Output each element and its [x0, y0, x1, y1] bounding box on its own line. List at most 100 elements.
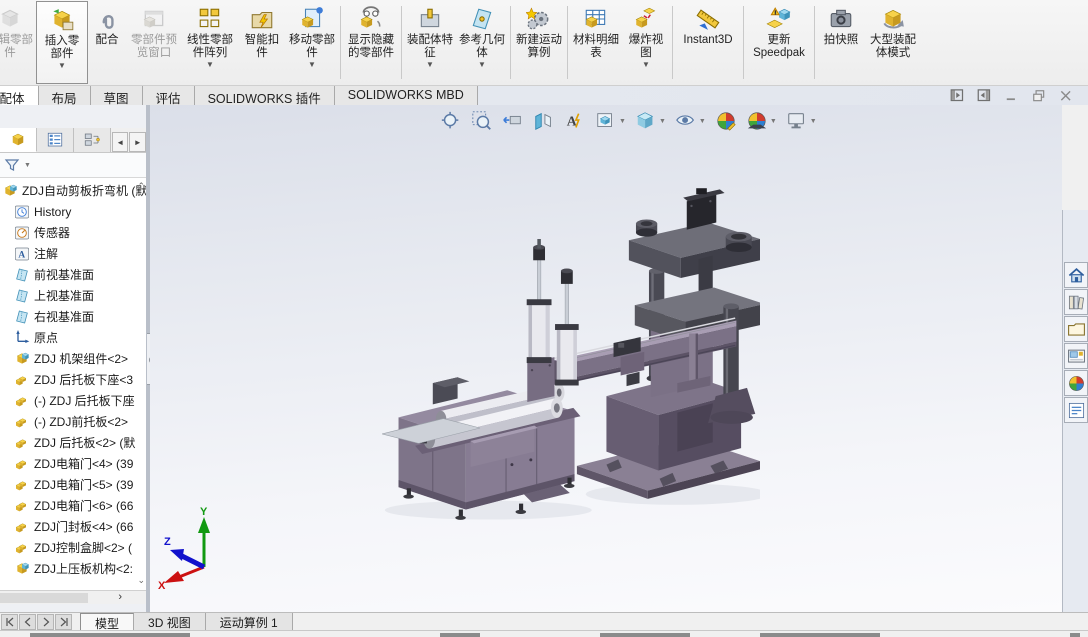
assembly-model[interactable]: [382, 187, 760, 532]
component-preview-icon: [141, 4, 167, 34]
motion-nav-prev-button[interactable]: [19, 614, 36, 630]
tree-item[interactable]: ZDJ 机架组件<2>: [0, 348, 146, 369]
zoom-to-area-icon[interactable]: [469, 108, 495, 134]
dropdown-caret[interactable]: ▼: [478, 60, 486, 70]
insert-component-button[interactable]: 插入零部件 ▼: [36, 1, 88, 84]
bottom-tab-1[interactable]: 模型: [80, 613, 135, 631]
dropdown-caret[interactable]: ▼: [642, 60, 650, 70]
panel-scroll-right[interactable]: ►: [129, 132, 147, 152]
linear-pattern-button[interactable]: 线性零部件阵列 ▼: [182, 1, 238, 84]
tree-item[interactable]: ZDJ电箱门<6> (66: [0, 495, 146, 516]
tree-item[interactable]: ZDJ上压板机构<2:: [0, 558, 146, 579]
ribbon-tab-3[interactable]: 草图: [90, 86, 143, 106]
restore-icon[interactable]: [1030, 88, 1047, 103]
tree-item[interactable]: 传感器: [0, 222, 146, 243]
dropdown-caret[interactable]: ▼: [206, 60, 214, 70]
mate-button[interactable]: 配合: [88, 1, 126, 84]
apply-scene-icon[interactable]: ▼: [744, 108, 779, 134]
section-view-icon[interactable]: [531, 108, 557, 134]
file-explorer-tab[interactable]: [1064, 316, 1088, 342]
filter-icon[interactable]: [4, 157, 20, 173]
home-tab[interactable]: [1064, 262, 1088, 288]
new-motion-study-button[interactable]: 新建运动算例: [513, 1, 565, 84]
move-component-button[interactable]: 移动零部件 ▼: [286, 1, 338, 84]
show-hidden-button[interactable]: 显示隐藏的零部件: [343, 1, 399, 84]
component-preview-button: 零部件预览窗口: [126, 1, 182, 84]
ribbon-tab-1[interactable]: 装配体: [0, 86, 39, 106]
tree-item[interactable]: ZDJ自动剪板折弯机 (默: [0, 180, 146, 201]
panel-scroll-left[interactable]: ◄: [111, 132, 129, 152]
dropdown-caret[interactable]: ▼: [810, 118, 817, 125]
motion-nav-next-button[interactable]: [37, 614, 54, 630]
view-settings-icon[interactable]: ▼: [784, 108, 819, 134]
display-style-icon[interactable]: ▼: [633, 108, 668, 134]
property-manager-tab[interactable]: [36, 128, 74, 152]
tree-item[interactable]: ZDJ门封板<4> (66: [0, 516, 146, 537]
dropdown-caret[interactable]: ▼: [699, 118, 706, 125]
bottom-tab-2[interactable]: 3D 视图: [134, 613, 206, 630]
hide-show-items-icon[interactable]: ▼: [673, 108, 708, 134]
dropdown-caret[interactable]: ▼: [619, 118, 626, 125]
tree-item-label: 注解: [34, 247, 59, 261]
dropdown-caret[interactable]: ▼: [426, 60, 434, 70]
design-library-tab[interactable]: [1064, 289, 1088, 315]
previous-view-icon[interactable]: [500, 108, 526, 134]
tree-item[interactable]: (-) ZDJ前托板<2>: [0, 411, 146, 432]
ribbon-tab-5[interactable]: SOLIDWORKS 插件: [194, 86, 335, 106]
tree-item[interactable]: ZDJ控制盒脚<2> (: [0, 537, 146, 558]
dropdown-caret[interactable]: ▼: [659, 118, 666, 125]
tree-item[interactable]: (-) ZDJ 后托板下座: [0, 390, 146, 411]
update-speedpak-button[interactable]: 更新 Speedpak: [746, 1, 812, 84]
scrollbar-thumb[interactable]: [0, 593, 88, 603]
exploded-view-button[interactable]: 爆炸视图 ▼: [622, 1, 670, 84]
appearances-tab[interactable]: [1064, 370, 1088, 396]
motion-nav-last-button[interactable]: [55, 614, 72, 630]
feature-manager-tab[interactable]: [0, 128, 37, 152]
toolbar-separator: [401, 6, 402, 79]
tree-horizontal-scrollbar[interactable]: ›: [0, 590, 146, 604]
tree-item[interactable]: 上视基准面: [0, 285, 146, 306]
toolbar-button-label: 爆炸视图: [628, 34, 664, 59]
tree-scroll-down-arrow[interactable]: ⌄: [137, 575, 145, 586]
snapshot-button[interactable]: 拍快照: [817, 1, 865, 84]
graphics-area[interactable]: A ▼ ▼ ▼ ▼ ▼ Y X Z: [150, 105, 1062, 612]
custom-properties-tab[interactable]: [1064, 397, 1088, 423]
scrollbar-arrow[interactable]: ›: [118, 591, 122, 603]
tree-item[interactable]: 右视基准面: [0, 306, 146, 327]
assembly-features-button[interactable]: 装配体特征 ▼: [404, 1, 456, 84]
bom-button[interactable]: 材料明细表: [570, 1, 622, 84]
dropdown-caret[interactable]: ▼: [58, 61, 66, 71]
configuration-manager-tab[interactable]: [73, 128, 111, 152]
pane-left-icon[interactable]: [949, 88, 966, 103]
edit-appearance-icon[interactable]: [713, 108, 739, 134]
dropdown-caret[interactable]: ▼: [308, 60, 316, 70]
motion-nav-first-button[interactable]: [1, 614, 18, 630]
tree-item[interactable]: History: [0, 201, 146, 222]
pane-right-icon[interactable]: [976, 88, 993, 103]
tree-item[interactable]: 原点: [0, 327, 146, 348]
ribbon-tab-6[interactable]: SOLIDWORKS MBD: [334, 86, 478, 106]
annotation-view-icon[interactable]: A: [562, 108, 588, 134]
smart-fasteners-button[interactable]: 智能扣件: [238, 1, 286, 84]
large-assembly-button[interactable]: 大型装配体模式: [865, 1, 921, 84]
close-icon[interactable]: [1057, 88, 1074, 103]
tree-item[interactable]: A 注解: [0, 243, 146, 264]
filter-caret[interactable]: ▼: [24, 162, 31, 169]
tree-item[interactable]: ZDJ电箱门<5> (39: [0, 474, 146, 495]
bottom-tab-3[interactable]: 运动算例 1: [205, 613, 293, 630]
view-orientation-icon[interactable]: ▼: [593, 108, 628, 134]
minimize-icon[interactable]: [1003, 88, 1020, 103]
view-palette-tab[interactable]: [1064, 343, 1088, 369]
tree-item[interactable]: 前视基准面: [0, 264, 146, 285]
tree-item[interactable]: ZDJ 后托板<2> (默: [0, 432, 146, 453]
tree-scroll-up-arrow[interactable]: ⌃: [137, 181, 145, 192]
reference-geometry-button[interactable]: 参考几何体 ▼: [456, 1, 508, 84]
tree-item[interactable]: ZDJ电箱门<4> (39: [0, 453, 146, 474]
dropdown-caret[interactable]: ▼: [770, 118, 777, 125]
tree-item[interactable]: ZDJ 后托板下座<3: [0, 369, 146, 390]
zoom-to-fit-icon[interactable]: [438, 108, 464, 134]
ribbon-tab-2[interactable]: 布局: [38, 86, 91, 106]
file-explorer-icon: [1067, 320, 1086, 339]
ribbon-tab-4[interactable]: 评估: [142, 86, 195, 106]
instant3d-button[interactable]: Instant3D: [675, 1, 741, 84]
